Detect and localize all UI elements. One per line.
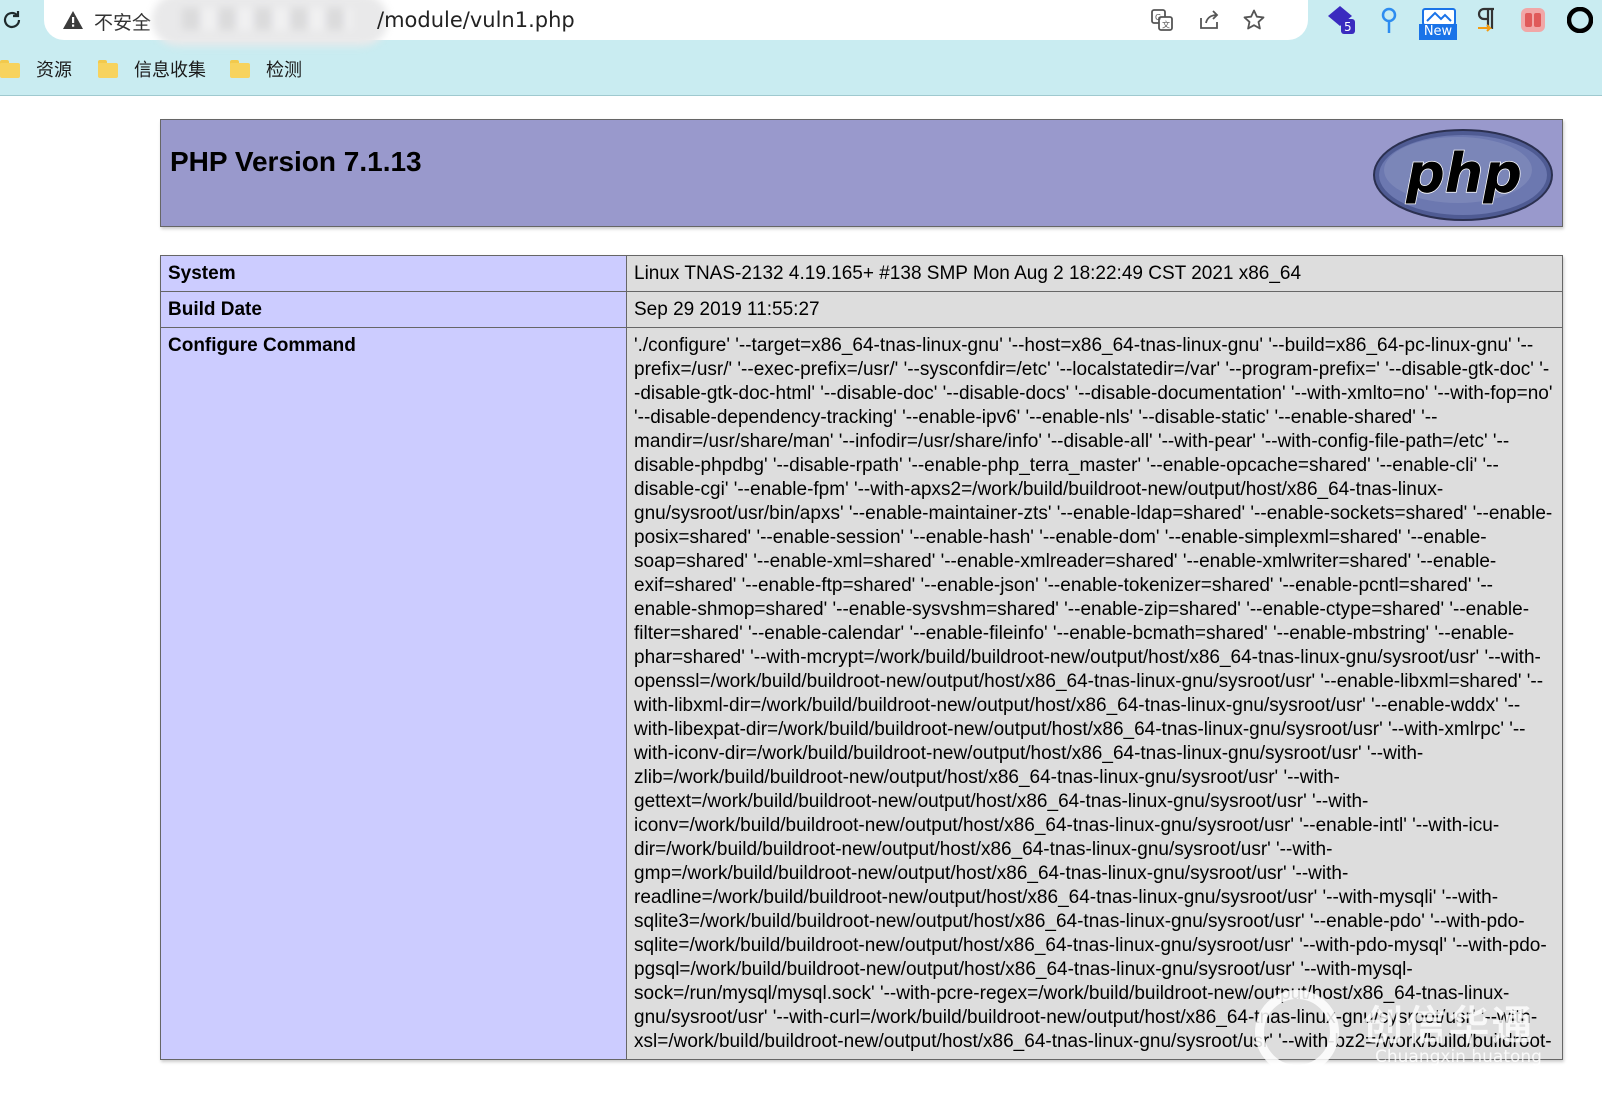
bookmarks-bar: 资源 信息收集 检测 (0, 52, 1602, 86)
bookmark-folder-resources[interactable]: 资源 (0, 52, 72, 86)
share-icon[interactable] (1195, 6, 1223, 34)
row-value-build-date: Sep 29 2019 11:55:27 (626, 291, 1563, 328)
php-logo[interactable]: php (1372, 128, 1554, 222)
svg-text:php: php (1405, 142, 1522, 205)
bookmark-label: 资源 (36, 60, 72, 81)
row-label-system: System (160, 255, 627, 292)
new-badge: New (1419, 24, 1457, 40)
bookmark-label: 信息收集 (134, 60, 206, 81)
table-row: System Linux TNAS-2132 4.19.165+ #138 SM… (160, 255, 1563, 292)
address-bar[interactable]: 不安全 /module/vuln1.php G文 (44, 0, 1308, 46)
folder-icon (98, 60, 118, 78)
row-value-system: Linux TNAS-2132 4.19.165+ #138 SMP Mon A… (626, 255, 1563, 292)
redacted-url-segment (152, 0, 388, 46)
extension-grid-icon[interactable] (1517, 4, 1549, 36)
row-label-build-date: Build Date (160, 291, 627, 328)
svg-text:G: G (1155, 13, 1161, 22)
security-label[interactable]: 不安全 (94, 8, 151, 35)
extension-badge: 5 (1344, 20, 1352, 34)
info-table: System Linux TNAS-2132 4.19.165+ #138 SM… (160, 255, 1563, 1060)
reload-icon[interactable] (0, 8, 24, 32)
translate-icon[interactable]: G文 (1148, 6, 1176, 34)
bookmark-folder-detection[interactable]: 检测 (230, 52, 302, 86)
paragraph-icon[interactable] (1470, 4, 1502, 36)
new-extension-icon[interactable]: New (1419, 4, 1459, 40)
table-row: Configure Command './configure' '--targe… (160, 327, 1563, 1060)
browser-chrome: 不安全 /module/vuln1.php G文 5 New 资源 信息收集 检… (0, 0, 1602, 96)
folder-icon (230, 60, 250, 78)
extension-shield-icon[interactable]: 5 (1326, 4, 1358, 36)
svg-text:文: 文 (1162, 20, 1170, 30)
php-version-header: PHP Version 7.1.13 php (160, 119, 1563, 227)
page-title: PHP Version 7.1.13 (170, 146, 422, 177)
warning-triangle-icon[interactable] (62, 9, 84, 31)
bookmark-label: 检测 (266, 60, 302, 81)
url-text[interactable]: /module/vuln1.php (377, 8, 575, 32)
bookmark-folder-info-gathering[interactable]: 信息收集 (98, 52, 206, 86)
table-row: Build Date Sep 29 2019 11:55:27 (160, 291, 1563, 328)
bookmark-star-icon[interactable] (1240, 6, 1268, 34)
folder-icon (0, 60, 20, 78)
location-pin-icon[interactable] (1373, 4, 1405, 36)
row-value-configure-command: './configure' '--target=x86_64-tnas-linu… (626, 327, 1563, 1060)
profile-avatar-icon[interactable] (1564, 4, 1596, 36)
row-label-configure-command: Configure Command (160, 327, 627, 1060)
